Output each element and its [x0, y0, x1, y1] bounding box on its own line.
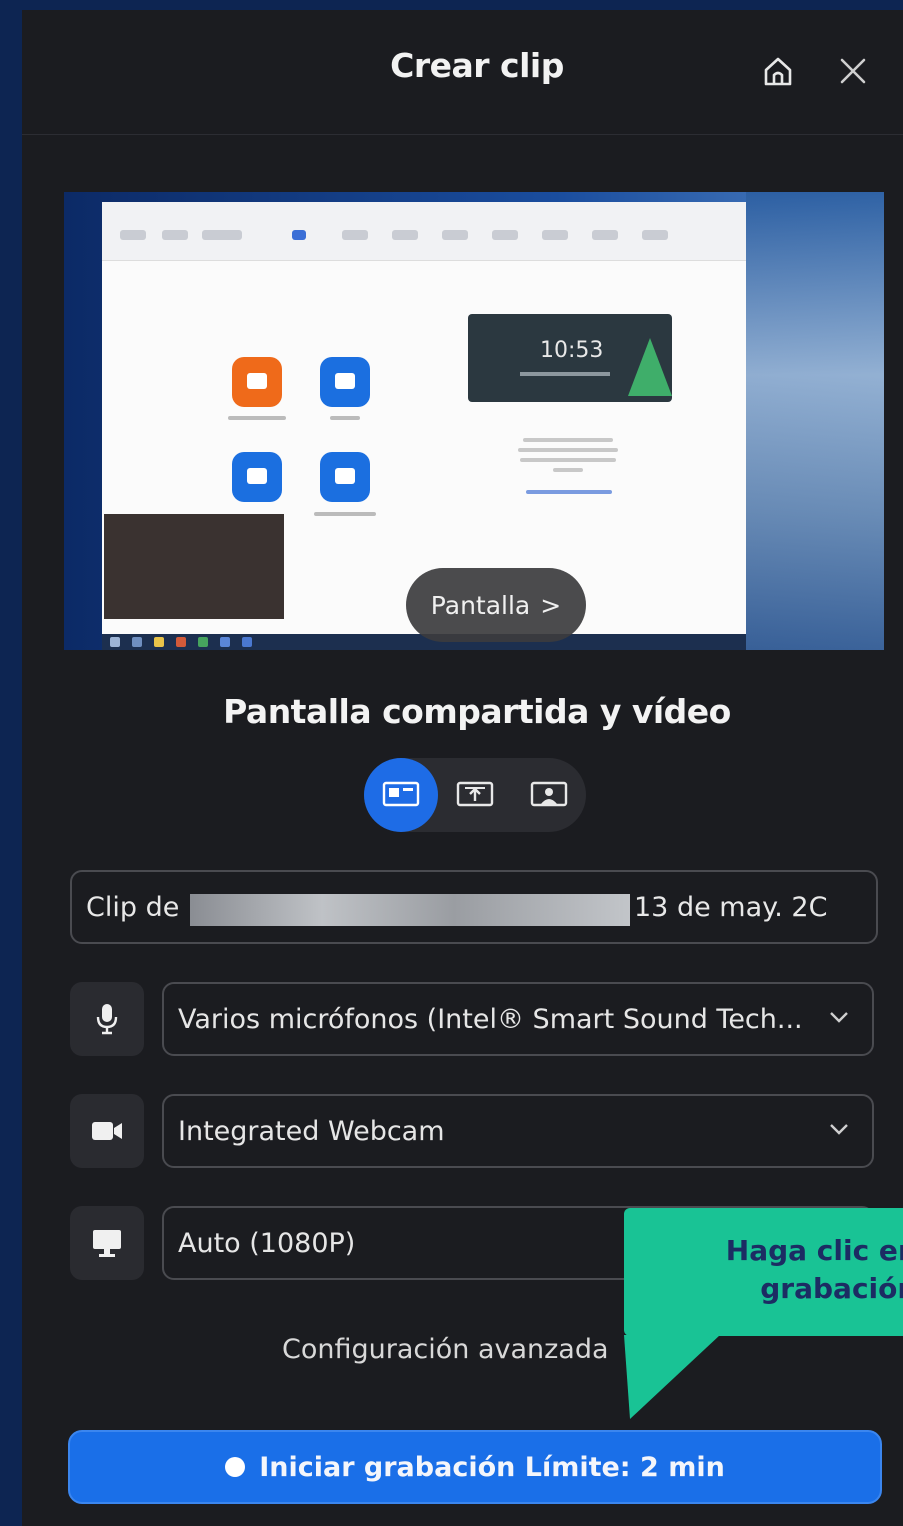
camera-icon — [92, 1122, 122, 1140]
camera-tile — [70, 1094, 144, 1168]
resolution-tile — [70, 1206, 144, 1280]
schedule-tile — [232, 452, 282, 502]
join-tile — [320, 357, 370, 407]
source-selector-label: Pantalla — [430, 590, 531, 620]
redacted-name — [190, 894, 630, 926]
plant-illustration — [628, 338, 672, 396]
advanced-settings-label: Configuración avanzada — [282, 1334, 609, 1365]
clip-name-date: 13 de may. 2C — [634, 892, 828, 923]
microphone-select[interactable]: Varios micrófonos (Intel® Smart Sound Te… — [162, 982, 874, 1056]
home-icon — [764, 57, 792, 86]
chevron-down-icon — [830, 1012, 848, 1023]
start-recording-button[interactable]: Iniciar grabación Límite: 2 min — [68, 1430, 882, 1504]
screen-only-icon — [456, 781, 494, 807]
close-icon — [840, 58, 866, 84]
microphone-select-value: Varios micrófonos (Intel® Smart Sound Te… — [178, 1004, 803, 1035]
chevron-down-icon — [830, 1124, 848, 1135]
layout-option-screen-and-video[interactable] — [364, 758, 438, 832]
camera-select[interactable]: Integrated Webcam — [162, 1094, 874, 1168]
layout-label: Pantalla compartida y vídeo — [223, 692, 731, 731]
app-toolbar — [102, 202, 746, 261]
start-recording-label: Iniciar grabación Límite: 2 min — [259, 1451, 725, 1483]
layout-option-screen-only[interactable] — [438, 758, 512, 832]
share-screen-tile — [320, 452, 370, 502]
clip-name-prefix: Clip de — [86, 892, 180, 923]
calendar-text — [514, 432, 622, 478]
callout-line-1: Haga clic en “Ir — [725, 1234, 903, 1267]
microphone-tile — [70, 982, 144, 1056]
screen-preview: 10:53 Pantalla > — [64, 192, 884, 650]
clock-card: 10:53 — [468, 314, 672, 402]
clock-time: 10:53 — [540, 338, 604, 363]
callout-pointer — [624, 1335, 720, 1419]
screen-and-video-icon — [382, 781, 420, 807]
close-button[interactable] — [832, 50, 874, 92]
callout-text: Haga clic en “Ir grabación” — [638, 1232, 903, 1308]
resolution-select-value: Auto (1080P) — [178, 1228, 356, 1259]
camera-select-value: Integrated Webcam — [178, 1116, 445, 1147]
video-only-icon — [530, 781, 568, 807]
advanced-settings-toggle[interactable]: Configuración avanzada — [282, 1334, 649, 1365]
record-dot-icon — [225, 1457, 246, 1477]
new-meeting-tile — [232, 357, 282, 407]
instruction-callout: Haga clic en “Ir grabación” — [624, 1208, 903, 1336]
monitor-icon — [93, 1230, 121, 1257]
microphone-icon — [96, 1004, 118, 1035]
source-selector-button[interactable]: Pantalla > — [406, 568, 586, 642]
home-button[interactable] — [757, 50, 799, 92]
desktop-background — [746, 192, 884, 650]
layout-selector — [364, 758, 586, 832]
dialog-header: Crear clip — [22, 10, 903, 135]
callout-line-2: grabación” — [760, 1271, 903, 1305]
clip-name-input[interactable]: Clip de 13 de may. 2C — [70, 870, 878, 944]
layout-option-video-only[interactable] — [512, 758, 586, 832]
calendar-link — [526, 490, 612, 494]
webcam-thumbnail — [104, 514, 284, 619]
chevron-right-icon: > — [540, 590, 562, 620]
